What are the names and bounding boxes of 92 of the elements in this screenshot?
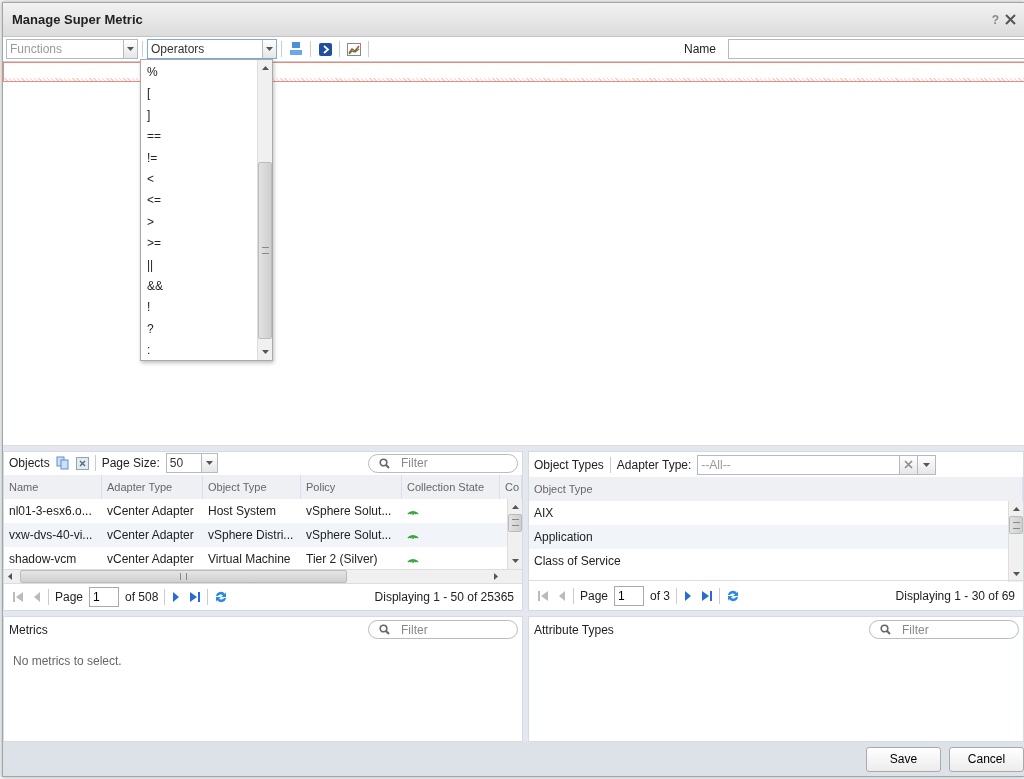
- dialog-button[interactable]: Cancel: [949, 746, 1024, 772]
- table-cell-text: vCenter Adapter: [106, 527, 195, 542]
- column-header[interactable]: Policy: [301, 474, 402, 499]
- menu-item[interactable]: !: [141, 297, 257, 319]
- this-icon[interactable]: [289, 42, 303, 56]
- adapter-type-dropdown[interactable]: --All--: [697, 454, 937, 475]
- table-cell-text: Virtual Machine: [207, 551, 292, 566]
- search-icon: [379, 457, 390, 469]
- search-icon: [880, 624, 891, 635]
- table-cell-text: vCenter Adapter: [106, 551, 195, 566]
- scroll-down-icon[interactable]: [511, 558, 519, 563]
- table-cell-text: vSphere Solut...: [305, 503, 393, 518]
- name-label: Name: [684, 42, 716, 56]
- column-header[interactable]: Collection State: [402, 474, 500, 499]
- menu-item[interactable]: &&: [141, 275, 257, 298]
- scroll-up-icon[interactable]: [1012, 507, 1020, 511]
- table-cell-text: Host System: [207, 503, 277, 518]
- menu-item[interactable]: !=: [141, 147, 257, 169]
- last-page-icon[interactable]: [189, 590, 202, 603]
- scroll-left-icon[interactable]: [8, 572, 12, 580]
- menu-item[interactable]: ]: [141, 104, 257, 127]
- operators-input[interactable]: Operators: [148, 40, 262, 58]
- menu-item[interactable]: %: [141, 62, 257, 84]
- table-cell-text: AIX: [533, 506, 555, 520]
- page-size-input[interactable]: 50: [166, 454, 201, 473]
- table-cell-text: vSphere Solut...: [305, 527, 393, 542]
- filter-input[interactable]: Filter: [399, 455, 493, 472]
- column-header[interactable]: Adapter Type: [102, 474, 203, 499]
- scroll-right-icon[interactable]: [494, 572, 498, 580]
- page-field[interactable]: 1: [614, 585, 645, 606]
- name-field[interactable]: [728, 39, 1024, 59]
- page-count: of 3: [650, 588, 671, 603]
- scroll-down-icon[interactable]: [261, 350, 269, 354]
- table-cell-text: vSphere Distri...: [207, 527, 295, 542]
- table-cell-text: vCenter Adapter: [106, 503, 195, 518]
- refresh-icon[interactable]: [726, 588, 741, 603]
- adapter-type-input[interactable]: --All--: [698, 455, 900, 474]
- scroll-down-icon[interactable]: [1012, 572, 1020, 576]
- empty-message: No metrics to select.: [12, 653, 123, 670]
- table-cell-text: vxw-dvs-40-vi...: [8, 527, 94, 542]
- functions-input[interactable]: Functions: [7, 40, 123, 58]
- clear-icon[interactable]: [75, 456, 89, 470]
- table-cell-text: shadow-vcm: [8, 551, 78, 566]
- chart-icon[interactable]: [347, 42, 361, 56]
- panel-title: Attribute Types: [534, 622, 614, 637]
- caret-icon: [127, 47, 134, 51]
- page-field[interactable]: 1: [89, 586, 120, 607]
- page-size-dropdown[interactable]: 50: [165, 453, 218, 474]
- last-page-icon[interactable]: [701, 589, 714, 602]
- page-label: Page: [580, 588, 609, 603]
- panel-title: Metrics: [9, 622, 48, 637]
- caret-icon: [923, 462, 931, 467]
- page-count: of 508: [125, 589, 159, 604]
- page-size-label: Page Size:: [101, 456, 160, 471]
- menu-item[interactable]: <: [141, 168, 257, 191]
- close-icon[interactable]: [1005, 14, 1016, 25]
- menu-item[interactable]: ||: [141, 254, 257, 276]
- copy-icon[interactable]: [55, 456, 70, 471]
- column-header[interactable]: Object Type: [203, 474, 301, 499]
- insert-icon[interactable]: [318, 42, 332, 56]
- search-icon: [379, 624, 390, 635]
- table-cell-text: Class of Service: [533, 554, 622, 568]
- column-header[interactable]: Name: [4, 474, 102, 499]
- panel-title: Objects: [9, 456, 50, 471]
- menu-item[interactable]: >=: [141, 233, 257, 255]
- table-cell-text: Application: [533, 530, 594, 544]
- functions-dropdown[interactable]: Functions: [6, 39, 138, 59]
- menu-item[interactable]: ?: [141, 318, 257, 341]
- panel-title: Object Types: [534, 457, 604, 472]
- filter-input[interactable]: Filter: [399, 621, 493, 638]
- scroll-up-icon[interactable]: [511, 504, 519, 509]
- display-count: Displaying 1 - 30 of 69: [895, 588, 1015, 603]
- scroll-up-icon[interactable]: [261, 66, 269, 70]
- filter-input[interactable]: Filter: [900, 621, 994, 638]
- adapter-type-label: Adapter Type:: [616, 457, 692, 472]
- menu-item[interactable]: >: [141, 211, 257, 234]
- menu-item[interactable]: <=: [141, 190, 257, 212]
- page-label: Page: [55, 589, 84, 604]
- menu-item[interactable]: ==: [141, 126, 257, 148]
- caret-icon: [266, 47, 273, 51]
- dialog-button[interactable]: Save: [866, 746, 941, 772]
- refresh-icon[interactable]: [214, 589, 229, 604]
- display-count: Displaying 1 - 50 of 25365: [374, 589, 514, 604]
- caret-icon: [205, 461, 213, 466]
- menu-item[interactable]: :: [141, 340, 257, 362]
- clear-icon[interactable]: [904, 460, 914, 469]
- table-cell-text: nl01-3-esx6.o...: [8, 503, 93, 518]
- column-header[interactable]: Co: [500, 474, 522, 499]
- operators-dropdown[interactable]: Operators: [147, 39, 277, 59]
- menu-item[interactable]: [: [141, 83, 257, 105]
- window-title: Manage Super Metric: [12, 12, 144, 27]
- table-cell-text: Tier 2 (Silver): [305, 551, 379, 566]
